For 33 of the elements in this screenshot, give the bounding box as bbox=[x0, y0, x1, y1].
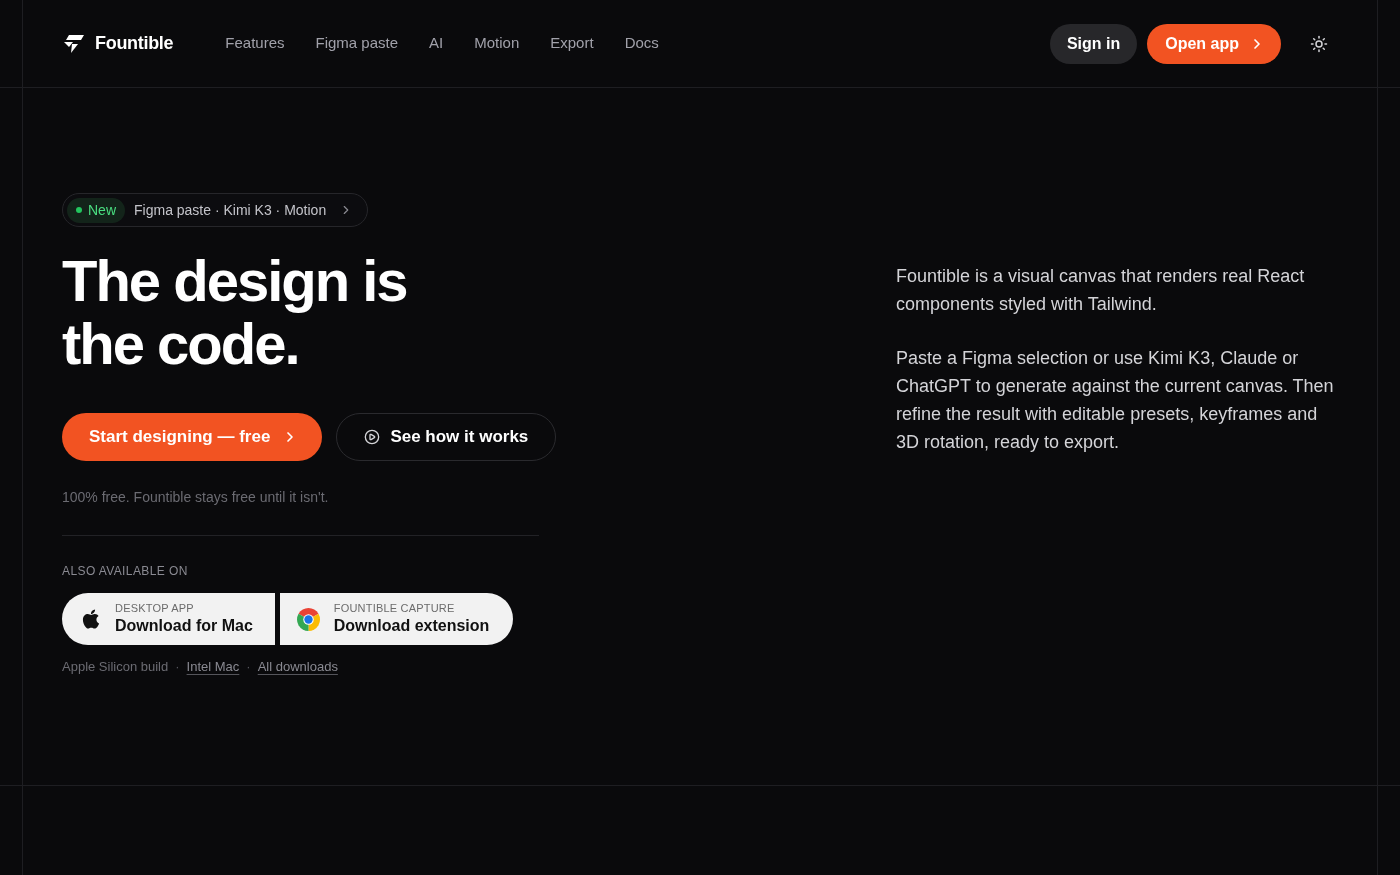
sign-in-button[interactable]: Sign in bbox=[1049, 23, 1138, 64]
announcement-text: Figma paste · Kimi K3 · Motion bbox=[134, 200, 327, 220]
download-link[interactable]: All downloads bbox=[257, 658, 338, 676]
theme-toggle-button[interactable] bbox=[1309, 33, 1329, 54]
nav-link[interactable]: Figma paste bbox=[315, 32, 399, 55]
nav-link[interactable]: Export bbox=[550, 32, 594, 55]
announcement-badge[interactable]: New Figma paste · Kimi K3 · Motion bbox=[62, 193, 369, 227]
description-paragraph: Paste a Figma selection or use Kimi K3, Claude or ChatGPT to generate against the current canvas. Then refine the result with editable presets, keyframes and 3D rotation, ready to export. bbox=[896, 347, 1335, 454]
download-link[interactable]: Intel Mac bbox=[186, 658, 240, 676]
nav-link[interactable]: Features bbox=[225, 32, 285, 55]
separator-dot: · bbox=[175, 658, 180, 676]
hero-title: The design is the code. bbox=[62, 249, 407, 375]
logo-icon bbox=[64, 34, 84, 53]
download-card[interactable]: DESKTOP APP Download for Mac bbox=[62, 593, 275, 645]
sun-icon bbox=[1310, 34, 1328, 53]
apple-icon bbox=[81, 608, 101, 630]
description-paragraph: Fountible is a visual canvas that renders real React components styled with Tailwind. bbox=[896, 265, 1306, 316]
download-caption: FOUNTIBLE CAPTURE bbox=[333, 602, 456, 615]
nav-link[interactable]: Motion bbox=[474, 32, 520, 55]
nav-link[interactable]: AI bbox=[429, 32, 444, 55]
new-label: New bbox=[88, 200, 116, 220]
download-label: Download extension bbox=[333, 616, 490, 636]
build-note: Apple Silicon build bbox=[62, 658, 169, 676]
download-label: Download for Mac bbox=[115, 616, 253, 636]
nav-link[interactable]: Docs bbox=[624, 32, 659, 55]
separator-dot: · bbox=[246, 658, 251, 676]
download-card[interactable]: FOUNTIBLE CAPTURE Download extension bbox=[279, 593, 514, 645]
download-caption: DESKTOP APP bbox=[115, 602, 195, 615]
play-circle-icon bbox=[364, 429, 381, 445]
chrome-icon bbox=[296, 607, 320, 631]
brand-name: Fountible bbox=[95, 32, 174, 55]
platforms-heading: ALSO AVAILABLE ON bbox=[62, 563, 188, 579]
free-note: 100% free. Fountible stays free until it isn't. bbox=[62, 488, 329, 507]
